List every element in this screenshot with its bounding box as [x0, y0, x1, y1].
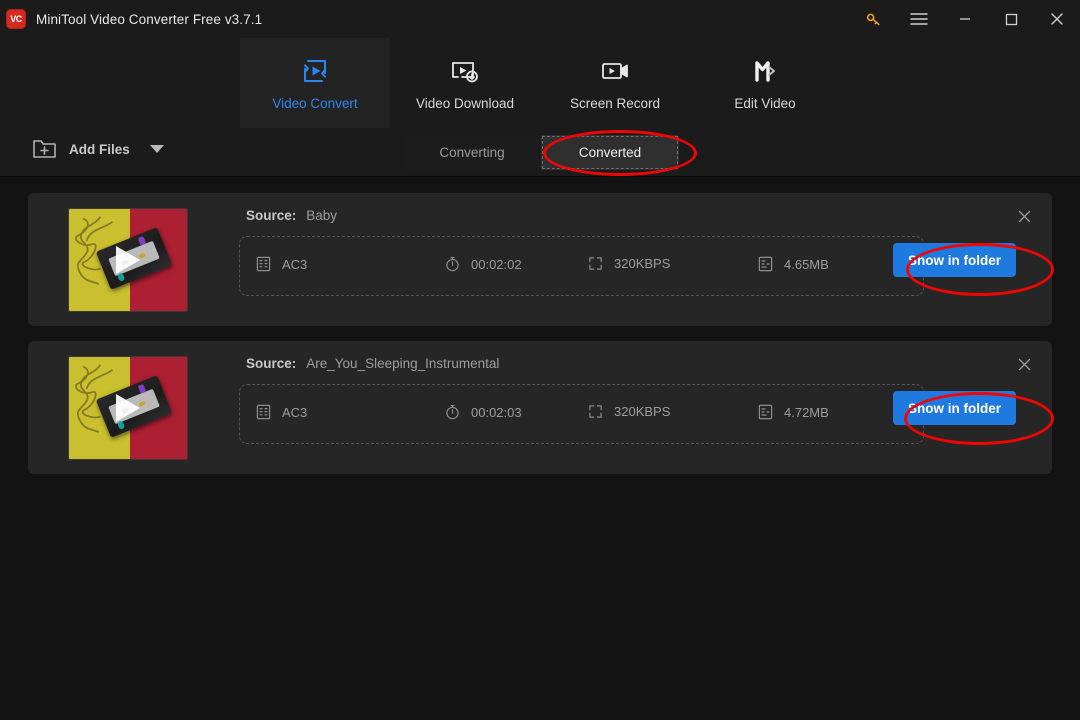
metadata-bitrate-value: 320KBPS	[614, 404, 671, 419]
title-bar: VC MiniTool Video Converter Free v3.7.1	[0, 0, 1080, 38]
file-metadata-box: AC3 00:02:02 320KBPS 4.65MB	[239, 236, 924, 296]
converting-converted-tabs: Converting Converted	[403, 135, 679, 170]
maximize-button[interactable]	[988, 0, 1034, 38]
metadata-bitrate: 320KBPS	[588, 256, 670, 271]
source-line: Source: Baby	[246, 208, 337, 223]
metadata-duration: 00:02:02	[445, 256, 522, 272]
resolution-icon	[589, 257, 602, 270]
metadata-format-value: AC3	[282, 404, 308, 420]
nav-tab-video-convert[interactable]: Video Convert	[240, 38, 390, 128]
stopwatch-icon	[446, 256, 459, 272]
nav-tab-label: Edit Video	[734, 96, 796, 111]
video-thumbnail[interactable]	[68, 208, 188, 312]
source-label: Source:	[246, 208, 297, 223]
app-logo-text: VC	[10, 14, 22, 24]
remove-file-button[interactable]	[1013, 205, 1035, 227]
file-size-icon	[758, 256, 773, 272]
metadata-size: 4.65MB	[758, 256, 829, 272]
metadata-size-value: 4.72MB	[784, 404, 829, 420]
resolution-icon	[589, 405, 602, 418]
metadata-format: AC3	[256, 256, 307, 272]
nav-tab-label: Screen Record	[569, 96, 661, 111]
window-controls	[850, 0, 1080, 38]
video-download-icon	[449, 55, 481, 87]
file-card: Source: Baby AC3 00:02:02 320KBPS 4.65MB…	[28, 193, 1052, 326]
tab-converting[interactable]: Converting	[403, 135, 541, 170]
app-window: VC MiniTool Video Converter Free v3.7.1	[0, 0, 1080, 720]
nav-tab-label: Video Download	[415, 96, 515, 111]
metadata-bitrate: 320KBPS	[588, 404, 670, 419]
window-title: MiniTool Video Converter Free v3.7.1	[36, 11, 263, 27]
nav-tab-edit-video[interactable]: Edit Video	[690, 38, 840, 128]
file-card: Source: Are_You_Sleeping_Instrumental AC…	[28, 341, 1052, 474]
key-icon[interactable]	[850, 0, 896, 38]
source-label: Source:	[246, 356, 297, 371]
stopwatch-icon	[446, 404, 459, 420]
metadata-format: AC3	[256, 404, 307, 420]
app-logo-icon: VC	[6, 9, 26, 29]
close-icon	[1018, 358, 1030, 370]
menu-icon[interactable]	[896, 0, 942, 38]
file-format-icon	[256, 256, 271, 272]
metadata-size-value: 4.65MB	[784, 256, 829, 272]
play-icon[interactable]	[116, 246, 140, 274]
metadata-duration-value: 00:02:02	[471, 256, 522, 272]
main-nav: Video Convert Video Download Screen Reco…	[0, 38, 1080, 128]
video-convert-icon	[299, 55, 331, 87]
play-icon[interactable]	[116, 394, 140, 422]
nav-tab-label: Video Convert	[272, 96, 358, 111]
folder-plus-icon	[32, 138, 57, 160]
file-format-icon	[256, 404, 271, 420]
source-filename: Baby	[306, 208, 338, 223]
metadata-duration-value: 00:02:03	[471, 404, 522, 420]
remove-file-button[interactable]	[1013, 353, 1035, 375]
metadata-size: 4.72MB	[758, 404, 829, 420]
screen-record-icon	[599, 55, 631, 87]
metadata-format-value: AC3	[282, 256, 308, 272]
close-button[interactable]	[1034, 0, 1080, 38]
nav-left-spacer	[0, 38, 240, 128]
add-files-label: Add Files	[69, 141, 130, 157]
file-metadata-box: AC3 00:02:03 320KBPS 4.72MB	[239, 384, 924, 444]
metadata-bitrate-value: 320KBPS	[614, 256, 671, 271]
metadata-duration: 00:02:03	[445, 404, 522, 420]
nav-tab-video-download[interactable]: Video Download	[390, 38, 540, 128]
chevron-down-icon[interactable]	[149, 145, 164, 153]
show-in-folder-button[interactable]: Show in folder	[893, 243, 1016, 277]
minimize-button[interactable]	[942, 0, 988, 38]
file-size-icon	[758, 404, 773, 420]
source-filename: Are_You_Sleeping_Instrumental	[306, 356, 500, 371]
video-thumbnail[interactable]	[68, 356, 188, 460]
close-icon	[1018, 210, 1030, 222]
edit-video-icon	[749, 55, 781, 87]
nav-tab-screen-record[interactable]: Screen Record	[540, 38, 690, 128]
tab-converted[interactable]: Converted	[541, 135, 679, 170]
source-line: Source: Are_You_Sleeping_Instrumental	[246, 356, 499, 371]
add-files-button[interactable]: Add Files	[32, 138, 164, 160]
show-in-folder-button[interactable]: Show in folder	[893, 391, 1016, 425]
